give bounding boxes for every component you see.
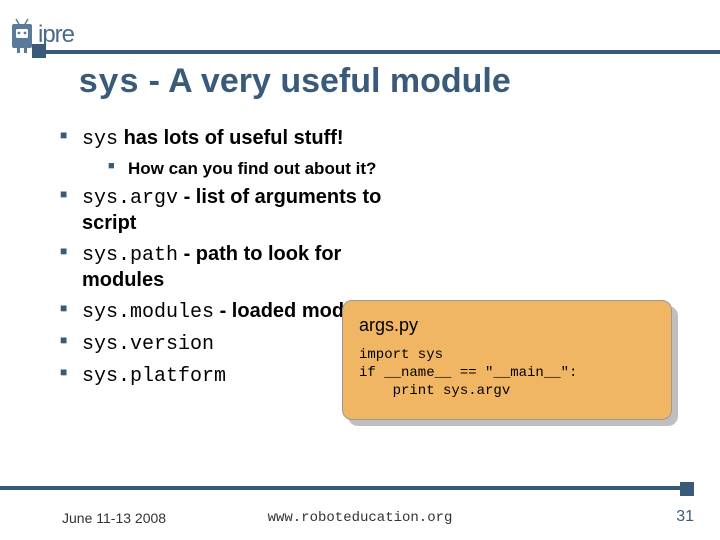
bottom-bar [0, 486, 688, 490]
code-text: sys.platform [82, 365, 226, 388]
list-item: sys.version [60, 331, 390, 357]
code-box-title: args.py [359, 315, 655, 336]
code-text: sys.path [82, 244, 178, 267]
code-text: sys.modules [82, 301, 214, 324]
code-block: import sys if __name__ == "__main__": pr… [359, 346, 655, 401]
page-number: 31 [676, 508, 694, 526]
list-item: sys.platform [60, 363, 390, 389]
bullet-text: How can you find out about it? [128, 159, 376, 178]
title-text: - A very useful module [139, 62, 511, 100]
bullet-text: has lots of useful stuff! [118, 127, 344, 149]
list-item: sys has lots of useful stuff! How can yo… [60, 126, 680, 179]
code-text: sys.argv [82, 187, 178, 210]
list-item: sys.path - path to look for modules [60, 242, 390, 293]
code-box: args.py import sys if __name__ == "__mai… [342, 300, 672, 420]
slide-title: sys - A very useful module [78, 62, 511, 103]
footer-url: www.roboteducation.org [0, 510, 720, 526]
list-item: sys.modules - loaded modules [60, 299, 390, 325]
code-box-body: args.py import sys if __name__ == "__mai… [342, 300, 672, 420]
sub-list: How can you find out about it? [108, 158, 680, 179]
code-text: sys [82, 128, 118, 151]
list-item: sys.argv - list of arguments to script [60, 185, 390, 236]
bottom-bar-square [680, 482, 694, 496]
list-item: How can you find out about it? [108, 158, 680, 179]
slide: ipre sys - A very useful module sys has … [0, 0, 720, 540]
title-code: sys [78, 65, 139, 103]
code-text: sys.version [82, 333, 214, 356]
top-bar [38, 50, 720, 54]
